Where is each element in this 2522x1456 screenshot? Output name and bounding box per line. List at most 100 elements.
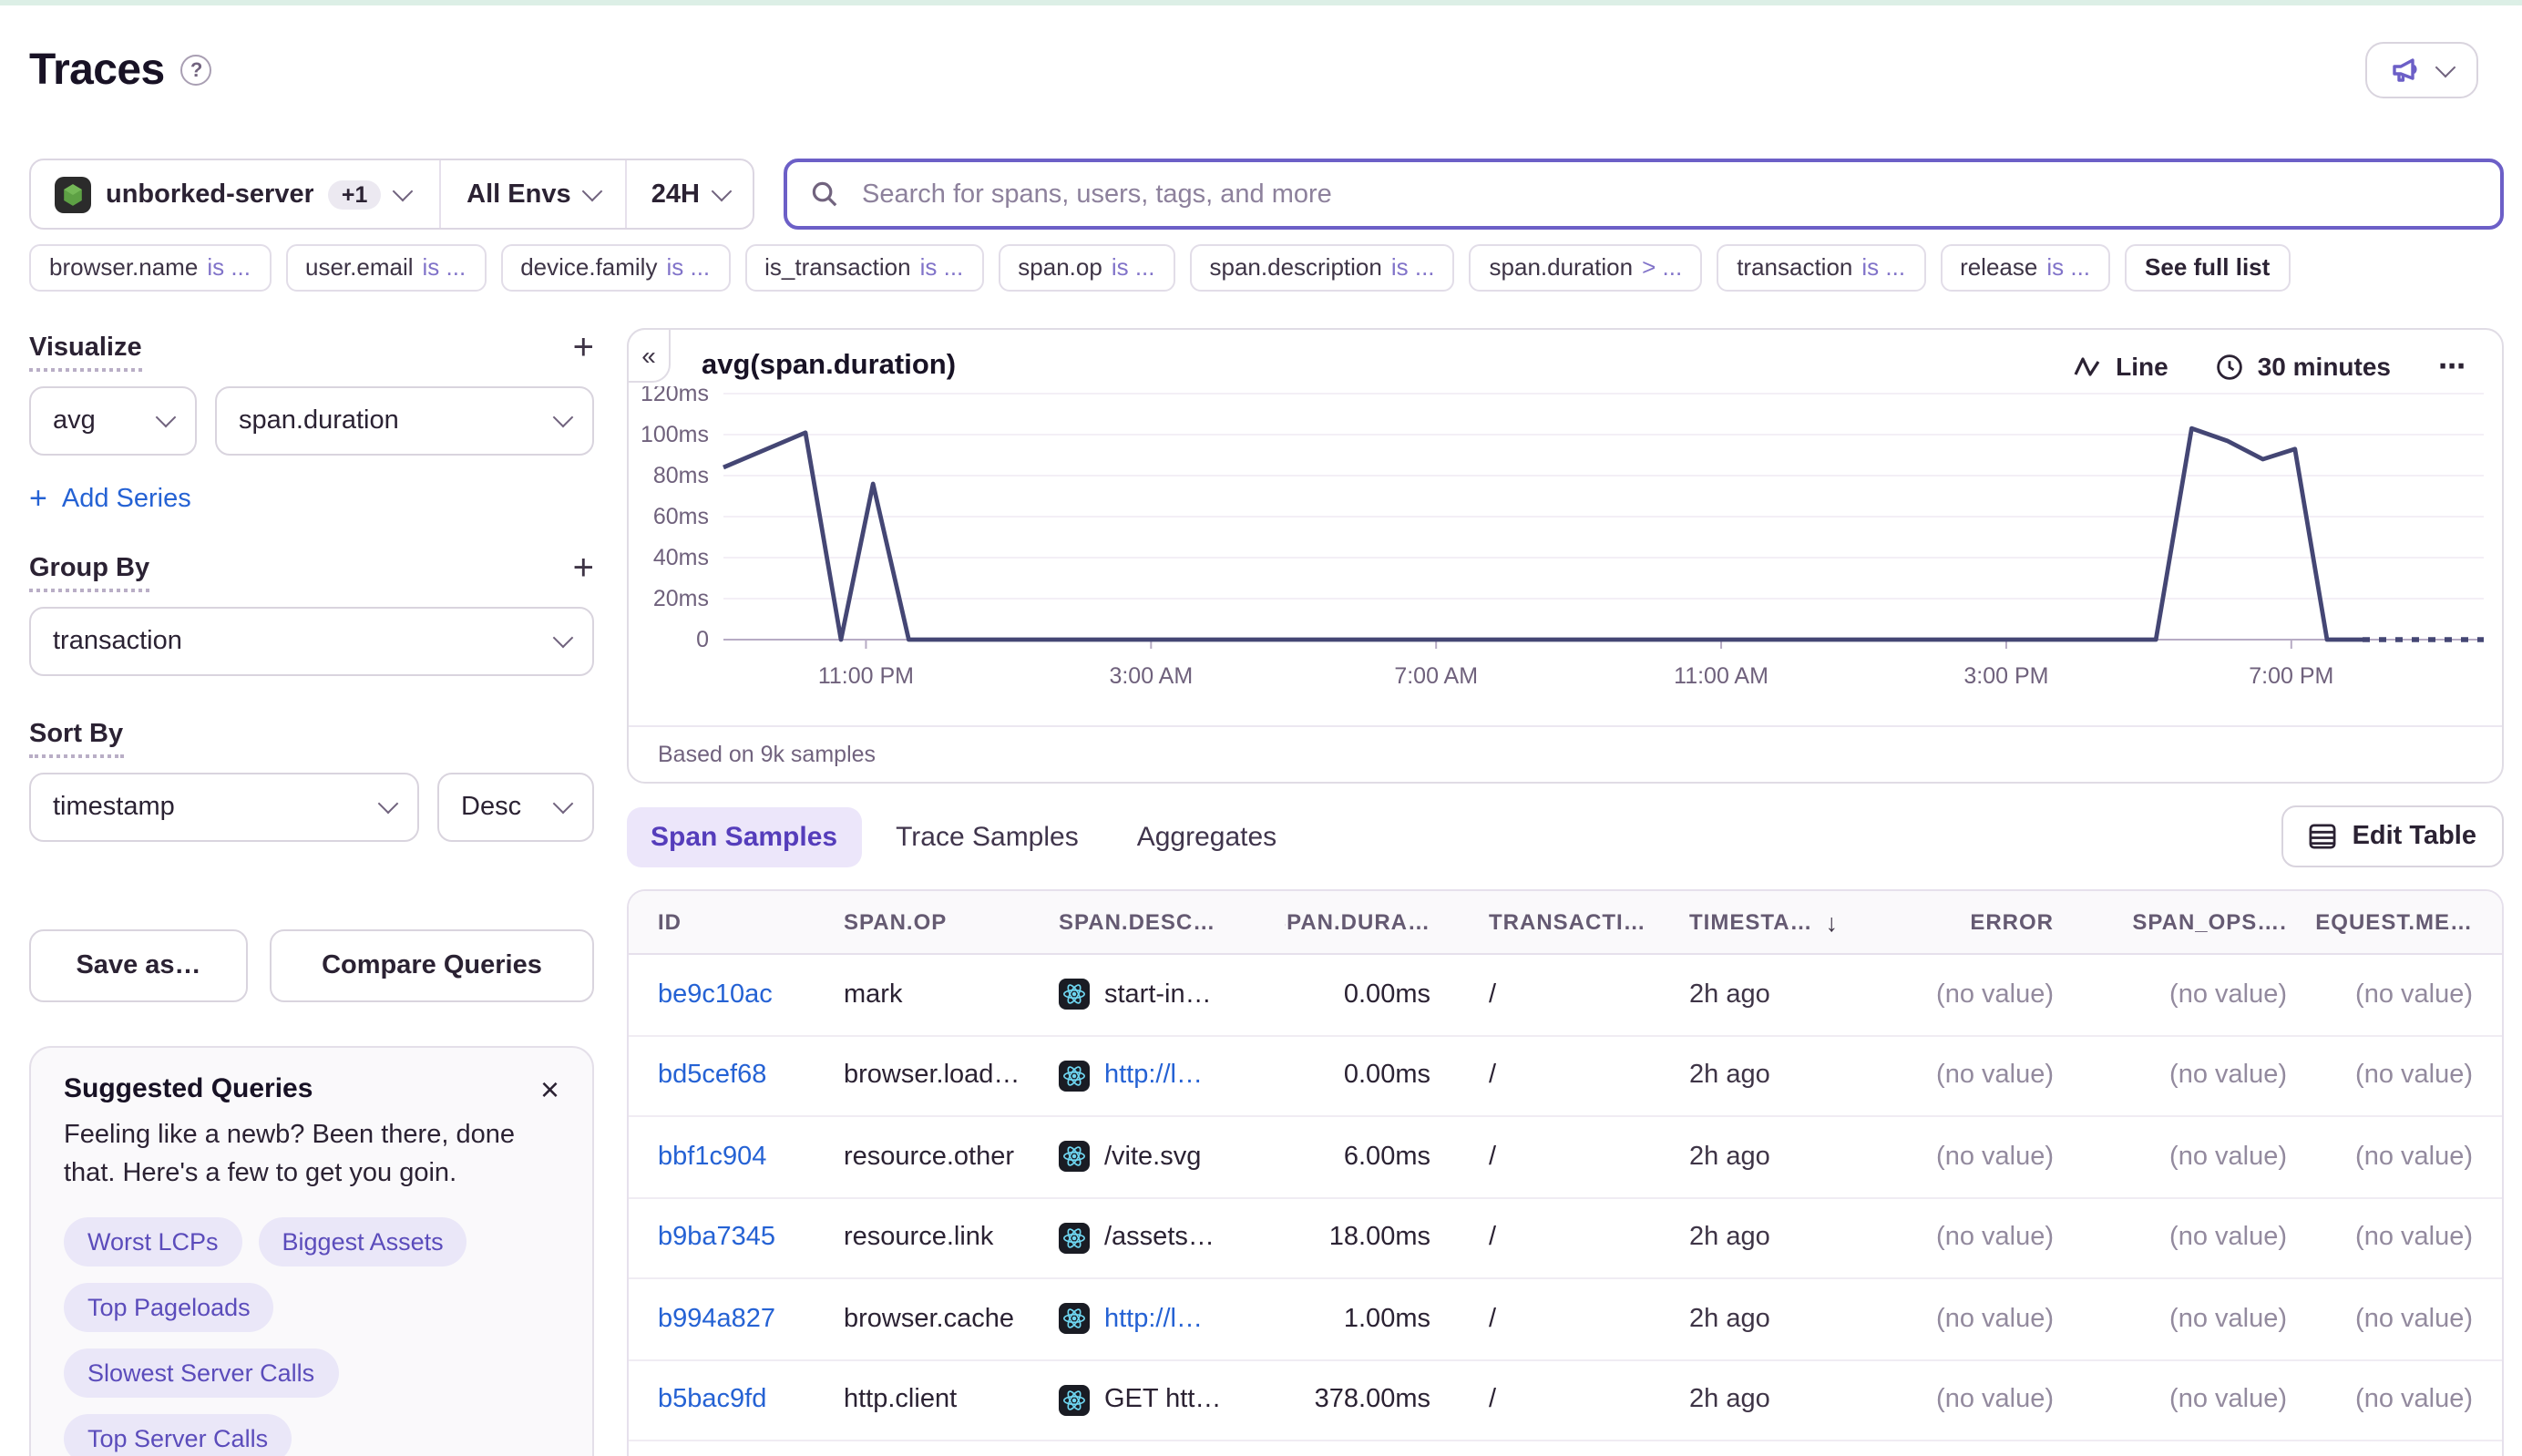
aggregate-value: avg [53, 406, 96, 436]
sort-desc-icon: ↓ [1826, 908, 1840, 936]
sort-field-value: timestamp [53, 793, 175, 822]
suggested-query-pill[interactable]: Biggest Assets [259, 1217, 467, 1266]
edit-table-button[interactable]: Edit Table [2281, 805, 2504, 867]
react-project-icon [1059, 979, 1090, 1010]
filter-chip-transaction[interactable]: transactionis ... [1717, 244, 1925, 292]
save-as-button[interactable]: Save as… [29, 929, 248, 1002]
suggested-queries-body: Feeling like a newb? Been there, done th… [64, 1117, 559, 1194]
project-selector[interactable]: unborked-server +1 [31, 160, 439, 228]
timestamp-value[interactable]: 2h ago [1689, 1061, 1770, 1091]
add-series-button[interactable]: + Add Series [29, 481, 191, 518]
filter-chip-key: browser.name [49, 251, 198, 284]
timestamp-value[interactable]: 2h ago [1689, 1143, 1770, 1172]
search-bar [784, 159, 2504, 230]
tab-aggregates[interactable]: Aggregates [1113, 806, 1300, 866]
error-cell: (no value) [1864, 1224, 2083, 1253]
span-id-link[interactable]: b5bac9fd [658, 1386, 766, 1415]
add-group-by-button[interactable]: + [573, 554, 594, 583]
column-header-span-ops-[interactable]: SPAN_OPS…. [2083, 909, 2316, 935]
chart-type-selector[interactable]: Line [2074, 352, 2168, 381]
filter-chip-is_transaction[interactable]: is_transactionis ... [744, 244, 983, 292]
sort-field-select[interactable]: timestamp [29, 773, 419, 842]
filter-chip-span.duration[interactable]: span.duration> ... [1470, 244, 1703, 292]
sort-direction-select[interactable]: Desc [437, 773, 594, 842]
visualize-label: Visualize [29, 333, 142, 372]
filter-chip-span.op[interactable]: span.opis ... [998, 244, 1174, 292]
add-visualize-button[interactable]: + [573, 333, 594, 363]
timestamp-value[interactable]: 2h ago [1689, 1224, 1770, 1253]
filter-chip-release[interactable]: releaseis ... [1940, 244, 2110, 292]
interval-selector[interactable]: 30 minutes [2216, 352, 2391, 381]
aggregate-select[interactable]: avg [29, 386, 197, 456]
column-header-span-dura-[interactable]: SPAN.DURA… [1285, 909, 1460, 935]
span-ops-cell: (no value) [2083, 980, 2316, 1010]
timestamp-value[interactable]: 2h ago [1689, 1305, 1770, 1334]
whats-new-button[interactable] [2365, 42, 2478, 98]
tab-trace-samples[interactable]: Trace Samples [872, 806, 1102, 866]
span-op-cell: browser.load… [829, 1061, 1048, 1091]
collapse-sidebar-icon[interactable]: « [627, 328, 671, 383]
svg-text:40ms: 40ms [653, 545, 709, 570]
chart-svg: 120ms100ms80ms60ms40ms20ms011:00 PM3:00 … [629, 386, 2502, 725]
timestamp-cell: 2h ago [1660, 980, 1864, 1010]
results-bar: Span SamplesTrace SamplesAggregates Edit… [627, 805, 2504, 867]
close-icon[interactable]: × [540, 1074, 559, 1103]
span-description-cell: http://l… [1048, 1304, 1285, 1335]
suggested-query-pill[interactable]: Top Server Calls [64, 1414, 292, 1456]
filter-chip-span.description[interactable]: span.descriptionis ... [1190, 244, 1455, 292]
filter-chip-user.email[interactable]: user.emailis ... [285, 244, 486, 292]
timestamp-value[interactable]: 2h ago [1689, 980, 1770, 1010]
span-op-cell: resource.link [829, 1224, 1048, 1253]
suggested-query-pill[interactable]: Top Pageloads [64, 1283, 274, 1332]
span-op-cell: browser.cache [829, 1305, 1048, 1334]
request-method-cell: (no value) [2316, 1224, 2502, 1253]
compare-queries-button[interactable]: Compare Queries [270, 929, 594, 1002]
see-full-list-button[interactable]: See full list [2125, 244, 2290, 292]
span-id-link[interactable]: bd5cef68 [658, 1061, 766, 1091]
page-header: Traces ? [0, 5, 2522, 98]
span-description-text[interactable]: http://l… [1104, 1061, 1203, 1091]
filter-bar: unborked-server +1 All Envs 24H [29, 159, 2504, 230]
table-body: be9c10acmarkstart-in…0.00ms/2h ago(no va… [629, 955, 2502, 1456]
filter-chip-device.family[interactable]: device.familyis ... [500, 244, 730, 292]
tab-span-samples[interactable]: Span Samples [627, 806, 861, 866]
field-select[interactable]: span.duration [215, 386, 594, 456]
chart-footer: Based on 9k samples [629, 725, 2502, 782]
megaphone-icon [2391, 56, 2422, 84]
column-header-timesta-[interactable]: TIMESTA…↓ [1660, 908, 1864, 936]
timestamp-value[interactable]: 2h ago [1689, 1386, 1770, 1415]
suggested-query-pill[interactable]: Worst LCPs [64, 1217, 242, 1266]
span-duration-cell: 1.00ms [1285, 1305, 1460, 1334]
span-id-link[interactable]: bbf1c904 [658, 1143, 766, 1172]
filter-chip-browser.name[interactable]: browser.nameis ... [29, 244, 271, 292]
search-input[interactable] [858, 178, 2476, 210]
react-project-icon [1059, 1385, 1090, 1416]
column-header-span-desc-[interactable]: SPAN.DESC… [1048, 909, 1285, 935]
chart-more-options-icon[interactable]: ⋯ [2438, 350, 2469, 383]
span-id-link[interactable]: b994a827 [658, 1305, 775, 1334]
environment-value: All Envs [466, 179, 570, 209]
span-description-text[interactable]: http://l… [1104, 1305, 1203, 1334]
span-id-link[interactable]: b9ba7345 [658, 1224, 775, 1253]
suggested-query-pill[interactable]: Slowest Server Calls [64, 1348, 338, 1398]
help-icon[interactable]: ? [181, 55, 212, 86]
column-header-error[interactable]: ERROR [1864, 909, 2083, 935]
svg-text:11:00 PM: 11:00 PM [818, 663, 914, 689]
date-range-value: 24H [651, 179, 700, 209]
date-range-selector[interactable]: 24H [626, 160, 753, 228]
span-id-link[interactable]: be9c10ac [658, 980, 773, 1010]
column-header-id[interactable]: ID [629, 909, 829, 935]
column-header-span-op[interactable]: SPAN.OP [829, 909, 1048, 935]
timestamp-cell: 2h ago [1660, 1143, 1864, 1172]
span-op-cell: resource.other [829, 1143, 1048, 1172]
column-header-request-me-[interactable]: REQUEST.ME… [2316, 909, 2502, 935]
svg-text:3:00 PM: 3:00 PM [1963, 663, 2048, 689]
environment-selector[interactable]: All Envs [439, 160, 626, 228]
table-header-row: IDSPAN.OPSPAN.DESC…SPAN.DURA…TRANSACTI…T… [629, 891, 2502, 955]
sort-by-label: Sort By [29, 720, 123, 758]
field-value: span.duration [239, 406, 399, 436]
group-by-select[interactable]: transaction [29, 607, 594, 676]
filter-chip-condition: is ... [1391, 251, 1435, 284]
column-header-transacti-[interactable]: TRANSACTI… [1460, 909, 1660, 935]
request-method-cell: (no value) [2316, 980, 2502, 1010]
